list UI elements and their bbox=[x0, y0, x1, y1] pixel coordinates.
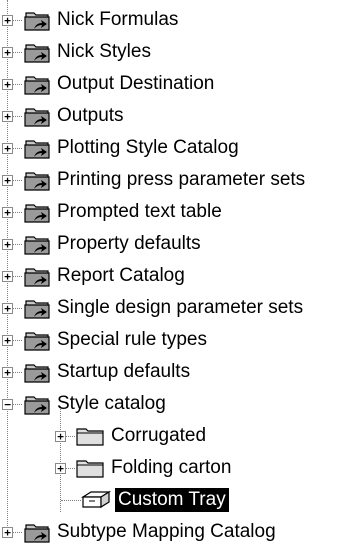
folder-with-arrow-icon bbox=[24, 44, 50, 63]
tree-item-label: Single design parameter sets bbox=[57, 297, 304, 318]
tree-item-label: Startup defaults bbox=[57, 361, 191, 382]
folder-with-arrow-icon bbox=[24, 140, 50, 159]
expand-button[interactable]: + bbox=[2, 15, 13, 26]
expand-button[interactable]: + bbox=[2, 527, 13, 538]
folder-with-arrow-icon bbox=[24, 300, 50, 319]
expand-button[interactable]: + bbox=[2, 143, 13, 154]
tree-item-special-rule-types[interactable]: + Special rule types bbox=[0, 324, 356, 356]
expand-button[interactable]: + bbox=[2, 239, 13, 250]
tree-item-label: Report Catalog bbox=[57, 265, 185, 286]
tree-item-single-design-parameter-sets[interactable]: + Single design parameter sets bbox=[0, 292, 356, 324]
folder-with-arrow-icon bbox=[24, 108, 50, 127]
tree-item-prompted-text-table[interactable]: + Prompted text table bbox=[0, 196, 356, 228]
folder-with-arrow-icon bbox=[24, 364, 50, 383]
expand-button[interactable]: + bbox=[2, 79, 13, 90]
tree-view: + Nick Formulas + Nick Styles + Output D… bbox=[0, 0, 356, 551]
folder-with-arrow-icon bbox=[24, 204, 50, 223]
expand-button[interactable]: + bbox=[2, 335, 13, 346]
expand-button[interactable]: + bbox=[2, 303, 13, 314]
expand-button[interactable]: + bbox=[2, 175, 13, 186]
expand-button[interactable]: + bbox=[55, 431, 66, 442]
collapse-button[interactable]: − bbox=[2, 399, 13, 410]
tree-item-output-destination[interactable]: + Output Destination bbox=[0, 68, 356, 100]
tree-item-style-catalog[interactable]: − Style catalog bbox=[0, 388, 356, 420]
folder-with-arrow-icon bbox=[24, 172, 50, 191]
tree-item-corrugated[interactable]: + Corrugated bbox=[0, 420, 356, 452]
tree-item-label: Property defaults bbox=[57, 233, 201, 254]
folder-with-arrow-icon bbox=[24, 12, 50, 31]
tray-icon bbox=[80, 490, 112, 509]
tree-item-nick-formulas[interactable]: + Nick Formulas bbox=[0, 4, 356, 36]
tree-item-label: Style catalog bbox=[57, 393, 166, 414]
tree-item-report-catalog[interactable]: + Report Catalog bbox=[0, 260, 356, 292]
folder-with-arrow-icon bbox=[24, 236, 50, 255]
expand-button[interactable]: + bbox=[2, 111, 13, 122]
tree-item-startup-defaults[interactable]: + Startup defaults bbox=[0, 356, 356, 388]
tree-item-label: Special rule types bbox=[57, 329, 207, 350]
tree-item-label: Nick Styles bbox=[57, 41, 151, 62]
tree-item-outputs[interactable]: + Outputs bbox=[0, 100, 356, 132]
tree-item-subtype-mapping-catalog[interactable]: + Subtype Mapping Catalog bbox=[0, 516, 356, 548]
tree-item-label: Nick Formulas bbox=[57, 9, 179, 30]
tree-item-custom-tray[interactable]: Custom Tray bbox=[0, 484, 356, 516]
tree-item-label: Outputs bbox=[57, 105, 124, 126]
folder-icon bbox=[76, 428, 104, 446]
expand-button[interactable]: + bbox=[2, 207, 13, 218]
tree-item-plotting-style-catalog[interactable]: + Plotting Style Catalog bbox=[0, 132, 356, 164]
tree-item-label: Corrugated bbox=[111, 425, 207, 446]
tree-item-label: Output Destination bbox=[57, 73, 215, 94]
tree-item-printing-press-parameter-sets[interactable]: + Printing press parameter sets bbox=[0, 164, 356, 196]
tree-item-folding-carton[interactable]: + Folding carton bbox=[0, 452, 356, 484]
folder-with-arrow-icon bbox=[24, 76, 50, 95]
tree-item-nick-styles[interactable]: + Nick Styles bbox=[0, 36, 356, 68]
folder-with-arrow-icon bbox=[24, 396, 50, 415]
tree-item-label: Subtype Mapping Catalog bbox=[57, 521, 276, 542]
folder-with-arrow-icon bbox=[24, 524, 50, 543]
expand-button[interactable]: + bbox=[55, 463, 66, 474]
tree-item-label: Custom Tray bbox=[115, 488, 229, 512]
expand-button[interactable]: + bbox=[2, 271, 13, 282]
tree-item-label: Folding carton bbox=[111, 457, 232, 478]
expand-button[interactable]: + bbox=[2, 47, 13, 58]
expand-button[interactable]: + bbox=[2, 367, 13, 378]
tree-connector bbox=[61, 500, 81, 501]
tree-item-property-defaults[interactable]: + Property defaults bbox=[0, 228, 356, 260]
folder-icon bbox=[76, 460, 104, 478]
tree-item-label: Printing press parameter sets bbox=[57, 169, 306, 190]
tree-item-label: Plotting Style Catalog bbox=[57, 137, 239, 158]
tree-item-label: Prompted text table bbox=[57, 201, 222, 222]
folder-with-arrow-icon bbox=[24, 268, 50, 287]
folder-with-arrow-icon bbox=[24, 332, 50, 351]
